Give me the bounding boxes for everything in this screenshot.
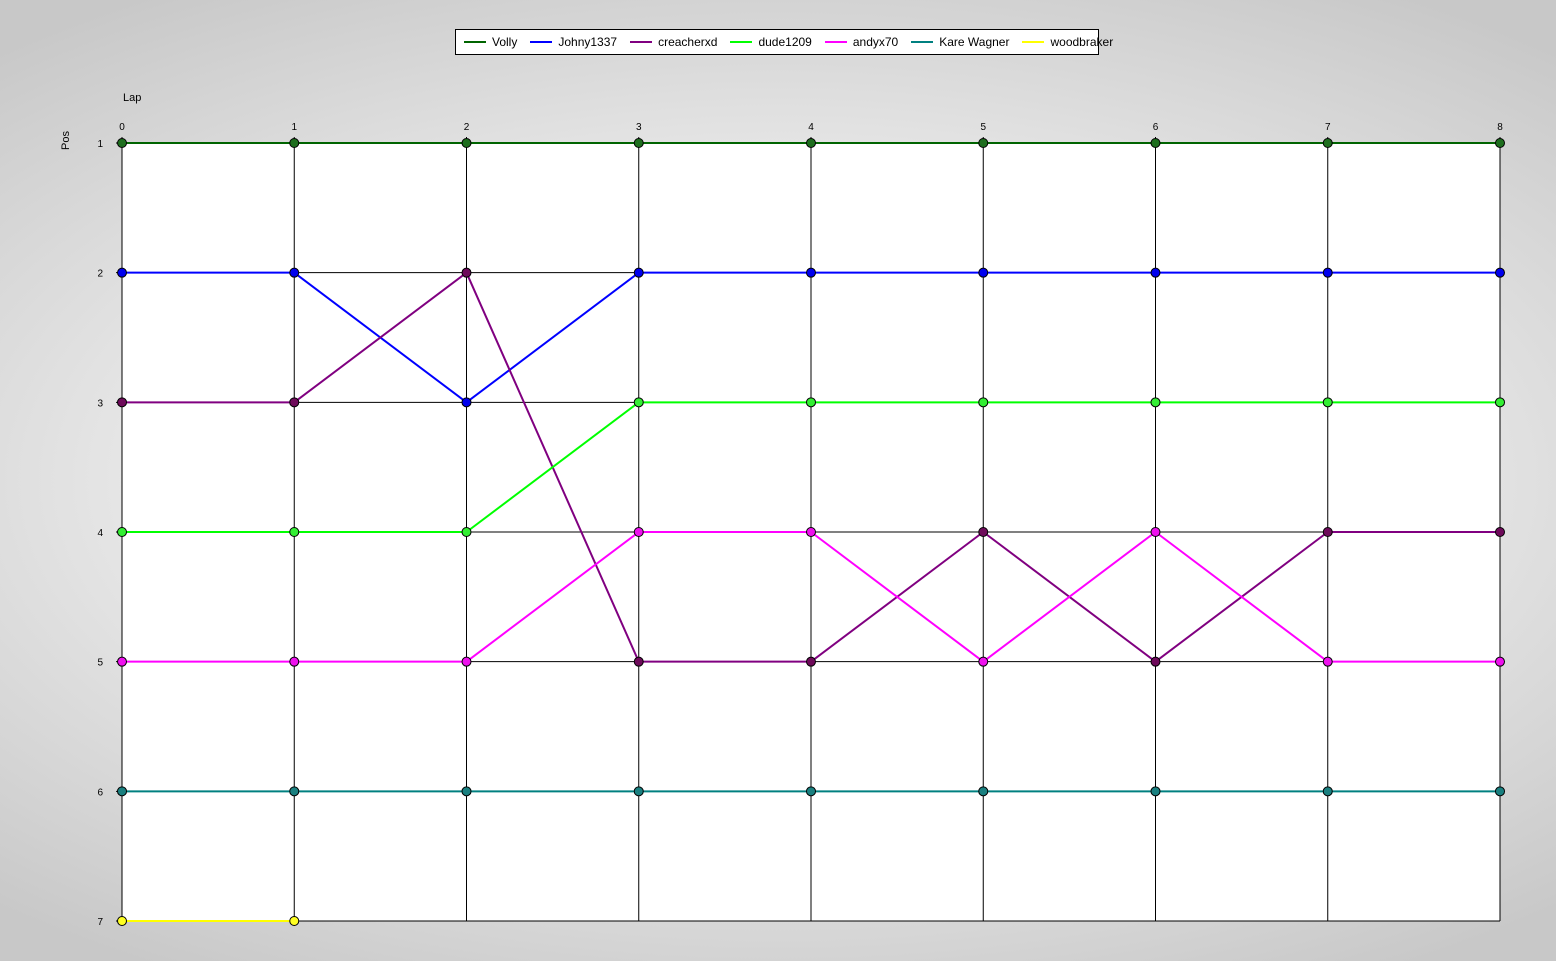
series-point-0 <box>1322 138 1333 148</box>
series-point-3 <box>1322 397 1333 408</box>
y-tick-label: 2 <box>97 269 103 280</box>
plot-area: 0 1 2 3 4 5 6 7 8 1 2 3 4 5 6 7 <box>97 122 1505 928</box>
x-tick-label: 6 <box>1153 122 1159 133</box>
series-point-2 <box>1150 656 1161 667</box>
series-point-5 <box>1322 786 1333 797</box>
series-point-1 <box>289 267 300 278</box>
x-tick-label: 5 <box>980 122 986 133</box>
series-point-0 <box>461 138 472 148</box>
series-point-1 <box>806 267 816 278</box>
y-tick-label: 6 <box>97 787 103 798</box>
y-tick-label: 1 <box>97 139 103 150</box>
series-point-0 <box>289 138 300 148</box>
series-point-3 <box>633 397 644 408</box>
series-point-5 <box>633 786 644 797</box>
series-point-4 <box>1495 656 1505 667</box>
x-tick-label: 7 <box>1325 122 1331 133</box>
series-point-1 <box>633 267 644 278</box>
series-point-1 <box>1322 267 1333 278</box>
series-point-4 <box>806 527 816 537</box>
series-point-5 <box>1150 786 1161 797</box>
series-point-3 <box>806 397 816 408</box>
series-point-2 <box>978 527 989 537</box>
y-tick-label: 5 <box>97 658 103 669</box>
series-point-0 <box>1150 138 1161 148</box>
series-point-5 <box>461 786 472 797</box>
series-point-1 <box>1495 267 1505 278</box>
series-point-5 <box>289 786 300 797</box>
x-tick-label: 4 <box>808 122 814 133</box>
series-point-5 <box>806 786 816 797</box>
series-point-3 <box>1150 397 1161 408</box>
x-tick-label: 1 <box>291 122 297 133</box>
x-tick-label: 3 <box>636 122 642 133</box>
series-point-6 <box>289 916 300 926</box>
series-point-0 <box>1495 138 1505 148</box>
series-point-2 <box>806 656 816 667</box>
series-point-4 <box>461 656 472 667</box>
series-point-4 <box>978 656 989 667</box>
y-tick-label: 7 <box>97 917 103 928</box>
series-point-4 <box>117 656 127 667</box>
series-point-6 <box>117 916 127 926</box>
series-point-3 <box>117 527 127 537</box>
series-point-2 <box>461 267 472 278</box>
series-point-0 <box>978 138 989 148</box>
race-position-chart: Volly Johny1337 creacherxd dude1209 andyx70 K… <box>0 0 1556 961</box>
series-point-3 <box>978 397 989 408</box>
series-point-1 <box>978 267 989 278</box>
series-point-4 <box>1150 527 1161 537</box>
series-point-1 <box>1150 267 1161 278</box>
series-point-5 <box>1495 786 1505 797</box>
series-point-1 <box>461 397 472 408</box>
series-point-5 <box>117 786 127 797</box>
series-point-0 <box>806 138 816 148</box>
series-point-2 <box>633 656 644 667</box>
series-point-4 <box>1322 656 1333 667</box>
series-point-2 <box>1322 527 1333 537</box>
series-point-3 <box>461 527 472 537</box>
series-point-1 <box>117 267 127 278</box>
x-tick-label: 2 <box>464 122 470 133</box>
series-point-0 <box>633 138 644 148</box>
series-point-2 <box>1495 527 1505 537</box>
series-point-2 <box>289 397 300 408</box>
y-tick-label: 3 <box>97 398 103 409</box>
series-point-4 <box>633 527 644 537</box>
y-tick-label: 4 <box>97 528 103 539</box>
series-point-3 <box>1495 397 1505 408</box>
series-point-4 <box>289 656 300 667</box>
series-point-5 <box>978 786 989 797</box>
series-point-0 <box>117 138 127 148</box>
series-point-2 <box>117 397 127 408</box>
x-tick-label: 0 <box>119 122 125 133</box>
series-point-3 <box>289 527 300 537</box>
x-tick-label: 8 <box>1497 122 1503 133</box>
